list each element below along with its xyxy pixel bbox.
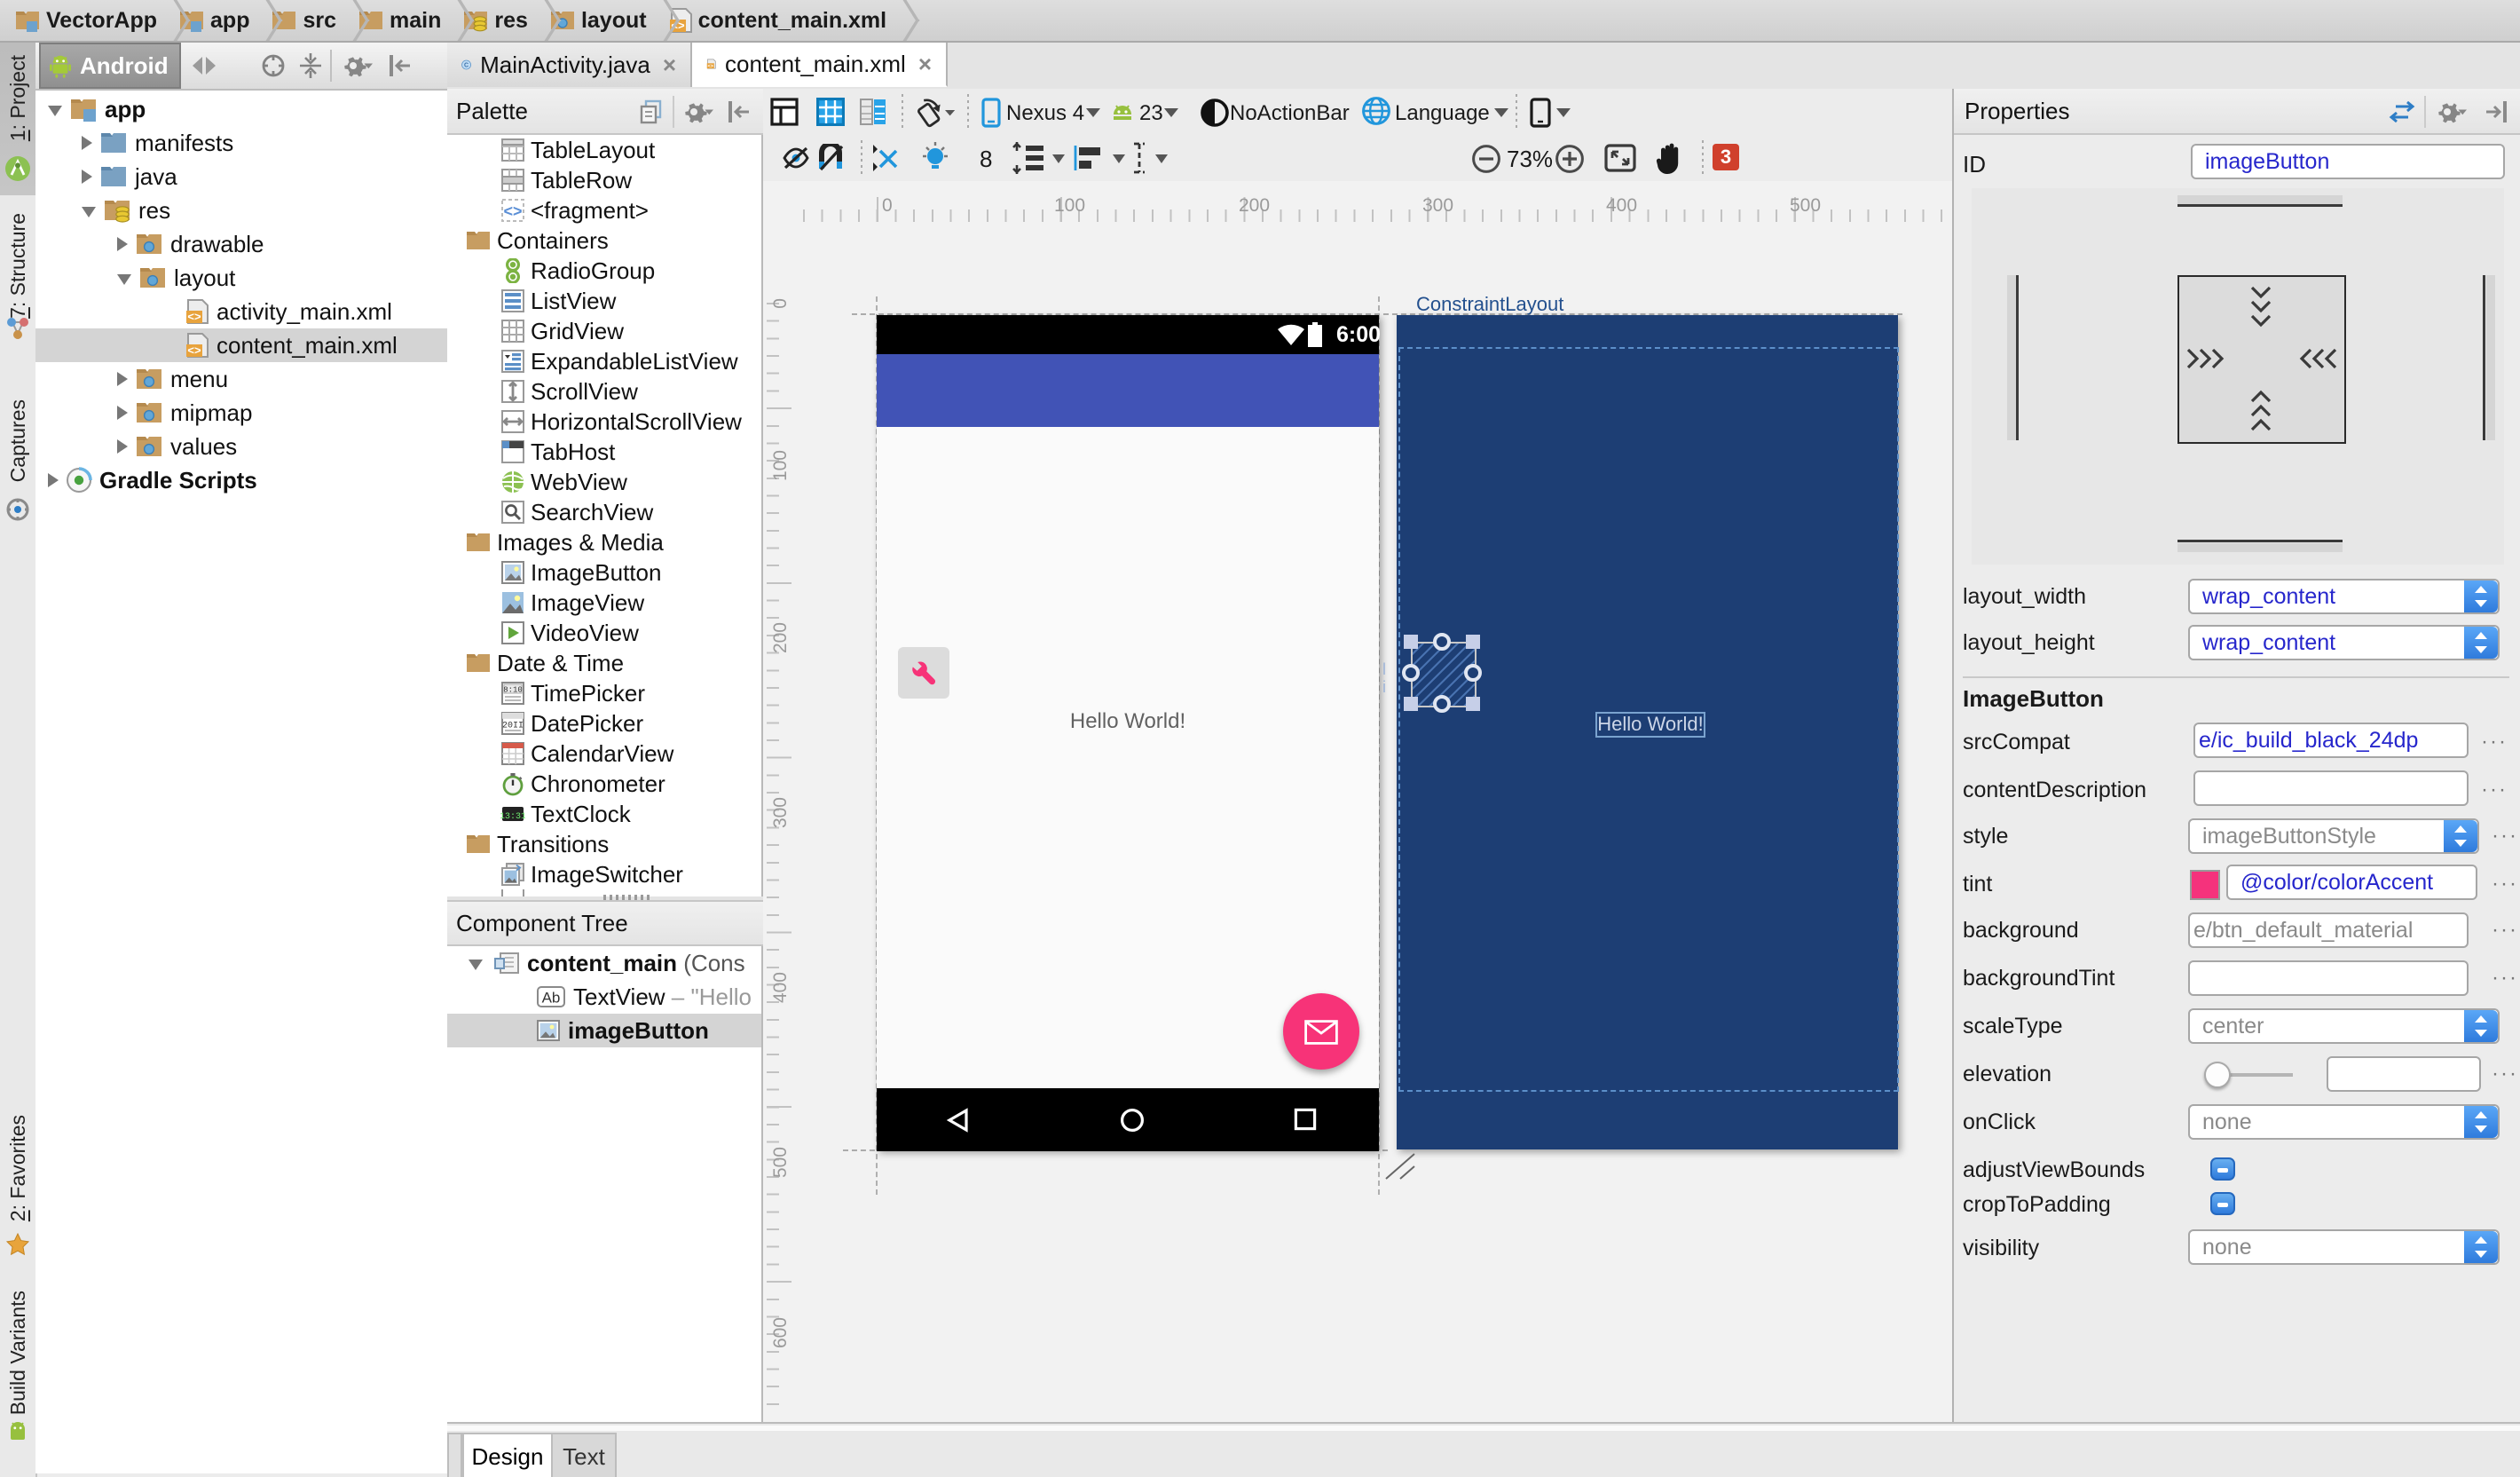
svg-text:<>: <> bbox=[187, 344, 201, 357]
svg-text:8:10: 8:10 bbox=[503, 686, 523, 695]
svg-text:Ab: Ab bbox=[542, 990, 561, 1007]
svg-text:C: C bbox=[464, 63, 469, 69]
svg-text:<>: <> bbox=[187, 310, 201, 323]
svg-text:20II: 20II bbox=[502, 721, 524, 731]
svg-text:13:31: 13:31 bbox=[500, 812, 525, 822]
svg-text:<>: <> bbox=[503, 202, 522, 220]
svg-text:<>: <> bbox=[708, 64, 713, 69]
